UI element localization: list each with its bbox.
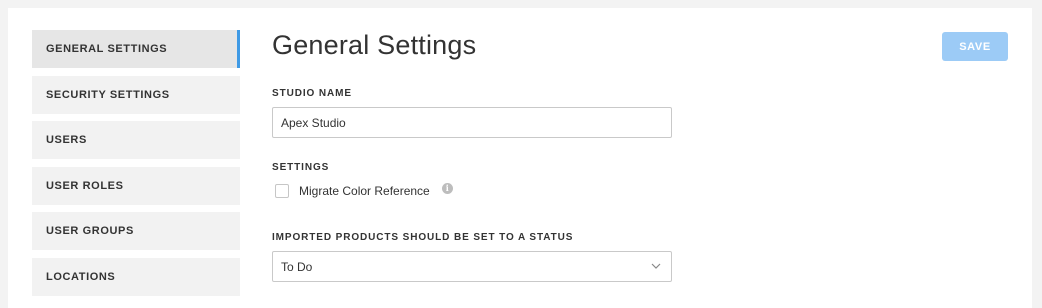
sidebar-item-user-roles[interactable]: USER ROLES (32, 166, 240, 205)
page-title: General Settings (272, 30, 477, 60)
status-label: IMPORTED PRODUCTS SHOULD BE SET TO A STA… (272, 232, 574, 243)
sidebar-item-security-settings[interactable]: SECURITY SETTINGS (32, 75, 240, 114)
sidebar-item-label: USER GROUPS (46, 225, 134, 237)
migrate-color-reference-row: Migrate Color Reference i (275, 183, 453, 198)
settings-sidebar: GENERAL SETTINGS SECURITY SETTINGS USERS… (32, 30, 240, 303)
sidebar-item-label: LOCATIONS (46, 270, 116, 283)
status-select-value: To Do (281, 259, 313, 274)
migrate-color-reference-label: Migrate Color Reference (299, 184, 430, 198)
sidebar-item-label: SECURITY SETTINGS (46, 88, 170, 101)
migrate-color-reference-checkbox[interactable] (275, 184, 289, 198)
sidebar-item-label: USERS (46, 134, 87, 146)
studio-name-label: STUDIO NAME (272, 88, 352, 99)
chevron-down-icon (651, 263, 661, 269)
status-select[interactable]: To Do (272, 251, 672, 282)
info-icon[interactable]: i (441, 183, 453, 194)
sidebar-item-label: GENERAL SETTINGS (46, 43, 168, 55)
sidebar-item-users[interactable]: USERS (32, 121, 240, 159)
save-button[interactable]: SAVE (942, 32, 1008, 61)
settings-label: SETTINGS (272, 162, 330, 173)
sidebar-item-label: USER ROLES (46, 179, 124, 192)
sidebar-item-general-settings[interactable]: GENERAL SETTINGS (32, 30, 240, 68)
settings-card: GENERAL SETTINGS SECURITY SETTINGS USERS… (8, 8, 1032, 308)
studio-name-input[interactable] (272, 107, 672, 138)
sidebar-item-locations[interactable]: LOCATIONS (32, 257, 240, 296)
sidebar-item-user-groups[interactable]: USER GROUPS (32, 212, 240, 250)
